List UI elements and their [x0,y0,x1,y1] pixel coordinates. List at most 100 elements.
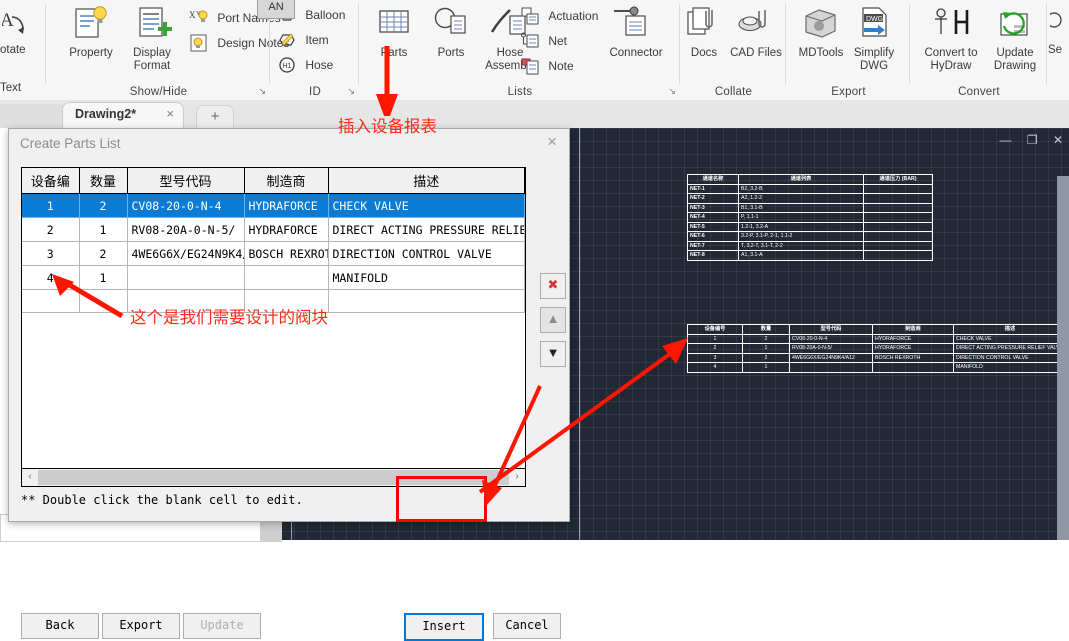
parts-cell-blank[interactable] [79,335,127,357]
parts-cell-blank[interactable] [244,423,328,445]
cad-parts-col-maker: 制造商 [873,325,954,335]
ribbon-button-convert-to-hydraw[interactable]: Convert to HyDraw [916,4,986,72]
minimize-icon[interactable]: — [999,133,1011,147]
parts-cell-blank[interactable] [22,357,79,379]
ribbon-button-net[interactable]: Net [520,29,567,51]
ribbon-button-cad-files[interactable]: CAD Files [727,4,785,60]
cad-net-cell [864,213,933,223]
new-tab-button[interactable]: + [196,105,234,129]
parts-cell-maker[interactable]: HYDRAFORCE [244,194,328,218]
ribbon-button-display-format[interactable]: Display Format [123,4,181,72]
parts-cell-model[interactable]: CV08-20-0-N-4 [127,194,244,218]
parts-cell-model[interactable]: 4WE6G6X/EG24N9K4/A12 [127,242,244,266]
ribbon-group-export: MDTools DWG Simplify DWG Export [787,0,910,100]
cad-net-cell: B1, 3.1-B [739,203,864,213]
ribbon-button-simplify-dwg[interactable]: DWG Simplify DWG [845,4,903,72]
lists-dialog-launcher-icon[interactable]: ↘ [668,86,676,97]
parts-cell-blank[interactable] [22,401,79,423]
parts-cell-maker[interactable]: HYDRAFORCE [244,218,328,242]
ribbon-button-update-drawing[interactable]: Update Drawing [986,4,1044,72]
cad-parts-col-desc: 描述 [954,325,1067,335]
cancel-button[interactable]: Cancel [493,613,561,639]
parts-cell-id[interactable]: 3 [22,242,79,266]
back-button[interactable]: Back [21,613,99,639]
cad-parts-cell: 4WE6G6X/EG24N9K4/A12 [790,353,873,363]
cad-parts-table: 设备编号 数量 型号代码 制造商 描述 12CV08-20-0-N-4HYDRA… [687,324,1067,373]
ribbon-button-property[interactable]: Property [62,4,120,60]
mdtools-icon [797,4,845,44]
close-icon[interactable]: ✕ [1053,133,1063,147]
parts-cell-blank[interactable] [79,401,127,423]
parts-cell-blank[interactable] [328,290,525,313]
parts-cell-blank[interactable] [22,379,79,401]
ribbon-button-mdtools[interactable]: MDTools [792,4,850,60]
cad-window-controls[interactable]: — ❐ ✕ [987,133,1063,147]
parts-cell-qty[interactable]: 2 [79,194,127,218]
parts-cell-desc[interactable]: MANIFOLD [328,266,525,290]
note-icon [520,56,540,76]
parts-cell-id[interactable]: 1 [22,194,79,218]
parts-cell-blank[interactable] [244,357,328,379]
parts-cell-blank[interactable] [127,423,244,445]
ribbon-button-hose[interactable]: H1 Hose [277,53,333,75]
parts-cell-blank[interactable] [127,335,244,357]
ribbon-group-convert-label: Convert [911,86,1047,98]
parts-cell-blank[interactable] [127,401,244,423]
parts-cell-blank[interactable] [79,423,127,445]
parts-col-id[interactable]: 设备编 [22,168,79,194]
restore-icon[interactable]: ❐ [1027,133,1038,147]
close-icon[interactable]: × [547,132,557,152]
parts-cell-blank[interactable] [244,379,328,401]
parts-cell-blank[interactable] [244,335,328,357]
parts-cell-blank[interactable] [79,379,127,401]
ribbon-group-collate-label: Collate [681,86,786,98]
net-icon [520,31,540,51]
parts-col-desc[interactable]: 描述 [328,168,525,194]
parts-cell-qty[interactable]: 1 [79,218,127,242]
scroll-left-icon[interactable]: ‹ [22,469,38,484]
cad-parts-cell: 4 [688,363,743,373]
parts-cell-blank[interactable] [22,423,79,445]
rotate-icon: A [2,8,36,42]
table-row[interactable]: 12CV08-20-0-N-4HYDRAFORCECHECK VALVE [22,194,525,218]
cad-net-row: NET-4P, 1.1-1 [688,213,933,223]
parts-col-model[interactable]: 型号代码 [127,168,244,194]
parts-cell-desc[interactable]: DIRECTION CONTROL VALVE [328,242,525,266]
parts-cell-maker[interactable] [244,266,328,290]
close-icon[interactable]: × [166,106,174,121]
parts-cell-desc[interactable]: CHECK VALVE [328,194,525,218]
cad-vertical-scrollbar[interactable] [1057,176,1069,540]
ribbon-button-cad-files-label: CAD Files [730,47,782,59]
ribbon-button-docs[interactable]: Docs [675,4,733,60]
ribbon-button-ports[interactable]: Ports [422,4,480,60]
parts-col-maker[interactable]: 制造商 [244,168,328,194]
parts-cell-maker[interactable]: BOSCH REXROTH [244,242,328,266]
export-button[interactable]: Export [102,613,180,639]
cad-net-cell: NET-8 [688,251,739,261]
insert-button[interactable]: Insert [404,613,484,641]
parts-cell-blank[interactable] [127,379,244,401]
cad-parts-table-header-row: 设备编号 数量 型号代码 制造商 描述 [688,325,1067,335]
parts-cell-model[interactable] [127,266,244,290]
parts-col-qty[interactable]: 数量 [79,168,127,194]
group-separator [358,4,359,84]
parts-cell-desc[interactable]: DIRECT ACTING PRESSURE RELIEF VALV [328,218,525,242]
parts-cell-model[interactable]: RV08-20A-0-N-5/ [127,218,244,242]
parts-cell-blank[interactable] [79,357,127,379]
delete-row-button[interactable]: ✖ [540,273,566,299]
parts-cell-id[interactable]: 2 [22,218,79,242]
ribbon-button-note[interactable]: Note [520,54,574,76]
id-dialog-launcher-icon[interactable]: ↘ [347,86,355,97]
parts-cell-blank[interactable] [244,401,328,423]
annotation-insert-parts-list: 插入设备报表 [338,113,437,137]
parts-cell-blank[interactable] [22,335,79,357]
tab-drawing2[interactable]: Drawing2* × [62,102,184,129]
ribbon-button-item[interactable]: Item [277,28,329,50]
table-row[interactable]: 21RV08-20A-0-N-5/HYDRAFORCEDIRECT ACTING… [22,218,525,242]
ribbon-button-actuation[interactable]: Actuation [520,4,598,26]
table-row[interactable]: 324WE6G6X/EG24N9K4/A12BOSCH REXROTHDIREC… [22,242,525,266]
parts-cell-qty[interactable]: 2 [79,242,127,266]
show-hide-dialog-launcher-icon[interactable]: ↘ [258,86,266,97]
parts-cell-blank[interactable] [127,357,244,379]
ribbon-button-connector[interactable]: Connector [607,4,665,60]
